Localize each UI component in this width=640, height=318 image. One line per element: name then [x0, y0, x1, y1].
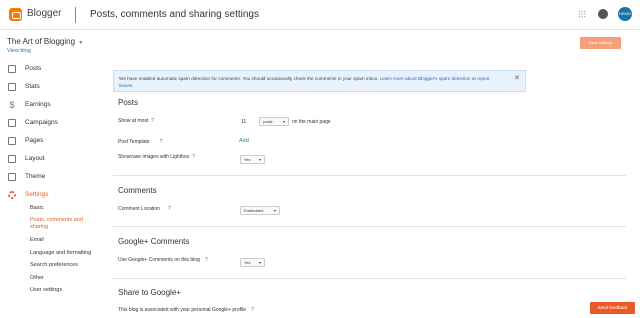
lightbox-text: Showcase images with Lightbox: [118, 154, 190, 160]
help-icon[interactable]: ?: [151, 118, 154, 124]
comment-location-label: Comment Location?: [118, 206, 171, 212]
chevron-down-icon: ▾: [282, 119, 285, 124]
post-template-label: Post Template?: [118, 139, 162, 145]
posts-unit-select[interactable]: posts ▾: [259, 117, 289, 126]
sidebar-item-theme[interactable]: Theme: [0, 172, 110, 184]
blog-name: The Art of Blogging: [7, 37, 76, 46]
brand-name: Blogger: [27, 8, 62, 19]
help-icon[interactable]: ?: [192, 154, 195, 160]
sidebar-item-label: Layout: [25, 155, 45, 162]
layout-icon: [8, 155, 16, 163]
spam-learn-more-link[interactable]: Learn more about Blogger's spam detectio…: [380, 76, 471, 81]
dollar-icon: $: [9, 100, 15, 110]
lightbox-label: Showcase images with Lightbox?: [118, 154, 195, 160]
notice-text: We have enabled automatic spam detection…: [119, 75, 499, 89]
sidebar-item-earnings[interactable]: $ Earnings: [0, 100, 110, 112]
show-at-most-text: Show at most: [118, 118, 149, 124]
sidebar-item-pages[interactable]: Pages: [0, 136, 110, 148]
divider: [113, 226, 626, 227]
section-share-heading: Share to Google+: [118, 288, 181, 297]
notice-body: We have enabled automatic spam detection…: [119, 76, 380, 81]
avatar[interactable]: DEMO: [618, 7, 632, 21]
posts-icon: [8, 65, 16, 73]
section-posts-heading: Posts: [118, 98, 139, 107]
send-feedback-button[interactable]: Send feedback: [590, 302, 635, 314]
help-icon[interactable]: ?: [205, 257, 208, 263]
sidebar-item-stats[interactable]: Stats: [0, 82, 110, 94]
gplus-comments-text: Use Google+ Comments on this blog: [118, 257, 200, 263]
pages-icon: [8, 137, 16, 145]
notifications-icon[interactable]: [598, 9, 608, 19]
divider: [113, 278, 626, 279]
sidebar-item-posts[interactable]: Posts: [0, 64, 110, 76]
lightbox-select[interactable]: Yes ▾: [240, 155, 265, 164]
close-icon[interactable]: ✕: [514, 74, 520, 82]
comment-location-value: Embedded: [244, 208, 264, 213]
sidebar-item-label: Earnings: [25, 101, 51, 108]
gplus-comments-select[interactable]: Yes ▾: [240, 258, 265, 267]
gplus-comments-value: Yes: [244, 260, 251, 265]
sidebar-item-label: Pages: [25, 137, 44, 144]
divider: [113, 175, 626, 176]
settings-sub-search[interactable]: Search preferences: [30, 262, 100, 269]
page-title: Posts, comments and sharing settings: [90, 9, 259, 20]
blog-selector[interactable]: The Art of Blogging ▾: [7, 37, 82, 46]
comment-location-select[interactable]: Embedded ▾: [240, 206, 280, 215]
posts-count-input[interactable]: 11: [241, 119, 246, 125]
sidebar-item-layout[interactable]: Layout: [0, 154, 110, 166]
chevron-down-icon: ▾: [79, 40, 83, 46]
chevron-down-icon: ▾: [258, 157, 261, 162]
lightbox-value: Yes: [244, 157, 251, 162]
settings-sub-email[interactable]: Email: [30, 237, 100, 244]
settings-sub-user[interactable]: User settings: [30, 287, 100, 294]
apps-grid-icon[interactable]: [578, 10, 586, 18]
save-settings-button[interactable]: Save settings: [580, 37, 621, 49]
settings-sub-language[interactable]: Language and formatting: [30, 250, 100, 257]
section-comments-heading: Comments: [118, 186, 157, 195]
sidebar-item-label: Theme: [25, 173, 46, 180]
blogger-logo-icon[interactable]: [9, 8, 22, 21]
sidebar-item-label: Posts: [25, 65, 42, 72]
sidebar-item-label: Settings: [25, 191, 49, 198]
settings-sub-basic[interactable]: Basic: [30, 205, 100, 212]
top-bar: Blogger Posts, comments and sharing sett…: [0, 0, 640, 30]
spam-notice: We have enabled automatic spam detection…: [113, 70, 526, 92]
help-icon[interactable]: ?: [251, 307, 254, 313]
settings-sub-other[interactable]: Other: [30, 275, 100, 282]
share-associated-text: This blog is associated with your person…: [118, 307, 246, 313]
add-post-template-link[interactable]: Add: [239, 138, 249, 144]
comment-location-text: Comment Location: [118, 206, 160, 212]
help-icon[interactable]: ?: [168, 206, 171, 212]
post-template-text: Post Template: [118, 139, 150, 145]
show-at-most-label: Show at most?: [118, 118, 154, 124]
help-icon[interactable]: ?: [160, 139, 163, 145]
stats-icon: [8, 83, 16, 91]
sidebar-item-label: Stats: [25, 83, 40, 90]
main-page-suffix: on the main page: [292, 119, 331, 125]
theme-icon: [8, 173, 16, 181]
gear-icon: [8, 191, 16, 199]
sidebar-item-campaigns[interactable]: Campaigns: [0, 118, 110, 130]
posts-unit-value: posts: [263, 119, 273, 124]
chevron-down-icon: ▾: [273, 208, 276, 213]
view-blog-link[interactable]: View blog: [7, 48, 31, 54]
section-gplus-heading: Google+ Comments: [118, 237, 190, 246]
campaigns-icon: [8, 119, 16, 127]
share-associated-label: This blog is associated with your person…: [118, 307, 254, 313]
gplus-comments-label: Use Google+ Comments on this blog?: [118, 257, 208, 263]
settings-sub-posts-comments-sharing[interactable]: Posts, comments and sharing: [30, 217, 100, 231]
header-divider: [75, 7, 76, 23]
sidebar-item-label: Campaigns: [25, 119, 58, 126]
chevron-down-icon: ▾: [258, 260, 261, 265]
sidebar-item-settings[interactable]: Settings: [0, 190, 110, 202]
